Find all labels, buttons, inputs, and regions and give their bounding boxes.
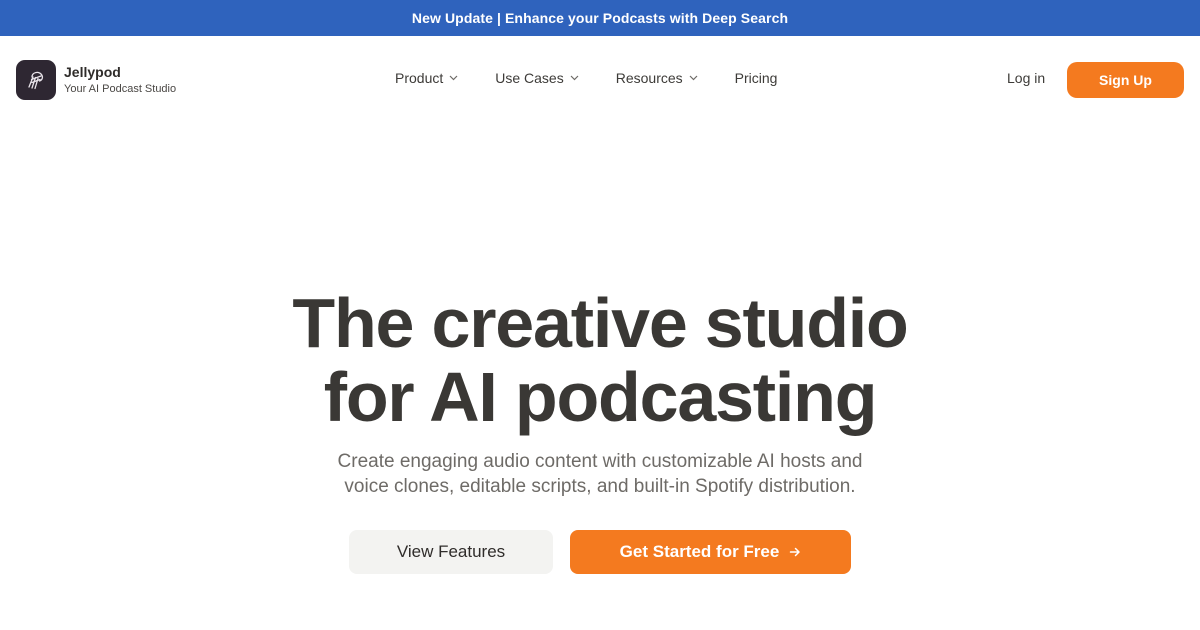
nav-item-label: Product bbox=[395, 70, 444, 86]
banner-text[interactable]: New Update | Enhance your Podcasts with … bbox=[412, 10, 788, 26]
view-features-button[interactable]: View Features bbox=[349, 530, 553, 574]
brand-name: Jellypod bbox=[64, 64, 121, 80]
hero-title-line-2: for AI podcasting bbox=[323, 358, 878, 436]
nav-item-pricing[interactable]: Pricing bbox=[735, 70, 778, 86]
brand-text: Jellypod Your AI Podcast Studio bbox=[64, 63, 176, 97]
hero-subtitle-line-1: Create engaging audio content with custo… bbox=[337, 451, 863, 472]
hero-subtitle-line-2: voice clones, editable scripts, and buil… bbox=[344, 476, 856, 497]
signup-button-label: Sign Up bbox=[1099, 72, 1152, 88]
login-link[interactable]: Log in bbox=[1007, 70, 1045, 86]
chevron-down-icon bbox=[570, 75, 579, 81]
hero-title: The creative studio for AI podcasting bbox=[0, 286, 1200, 434]
nav-item-product[interactable]: Product bbox=[395, 70, 458, 86]
top-navigation: Jellypod Your AI Podcast Studio Product … bbox=[0, 36, 1200, 124]
get-started-button[interactable]: Get Started for Free bbox=[570, 530, 851, 574]
nav-item-label: Use Cases bbox=[495, 70, 564, 86]
nav-item-label: Resources bbox=[615, 70, 683, 86]
chevron-down-icon bbox=[689, 75, 698, 81]
get-started-label: Get Started for Free bbox=[619, 542, 780, 561]
chevron-down-icon bbox=[449, 75, 458, 81]
jellyfish-logo-icon bbox=[16, 60, 56, 100]
hero-subtitle: Create engaging audio content with custo… bbox=[0, 449, 1200, 499]
announcement-banner[interactable]: New Update | Enhance your Podcasts with … bbox=[0, 0, 1200, 36]
main-menu: Product Use Cases Resources Pricing bbox=[395, 70, 814, 86]
signup-button[interactable]: Sign Up bbox=[1067, 62, 1184, 98]
view-features-label: View Features bbox=[396, 542, 506, 561]
brand-tagline: Your AI Podcast Studio bbox=[64, 83, 177, 95]
brand-logo-link[interactable]: Jellypod Your AI Podcast Studio bbox=[16, 60, 176, 100]
nav-item-label: Pricing bbox=[734, 70, 778, 86]
arrow-right-icon bbox=[789, 546, 801, 558]
hero-title-line-1: The creative studio bbox=[292, 284, 908, 362]
nav-item-resources[interactable]: Resources bbox=[616, 70, 698, 86]
nav-item-use-cases[interactable]: Use Cases bbox=[495, 70, 579, 86]
